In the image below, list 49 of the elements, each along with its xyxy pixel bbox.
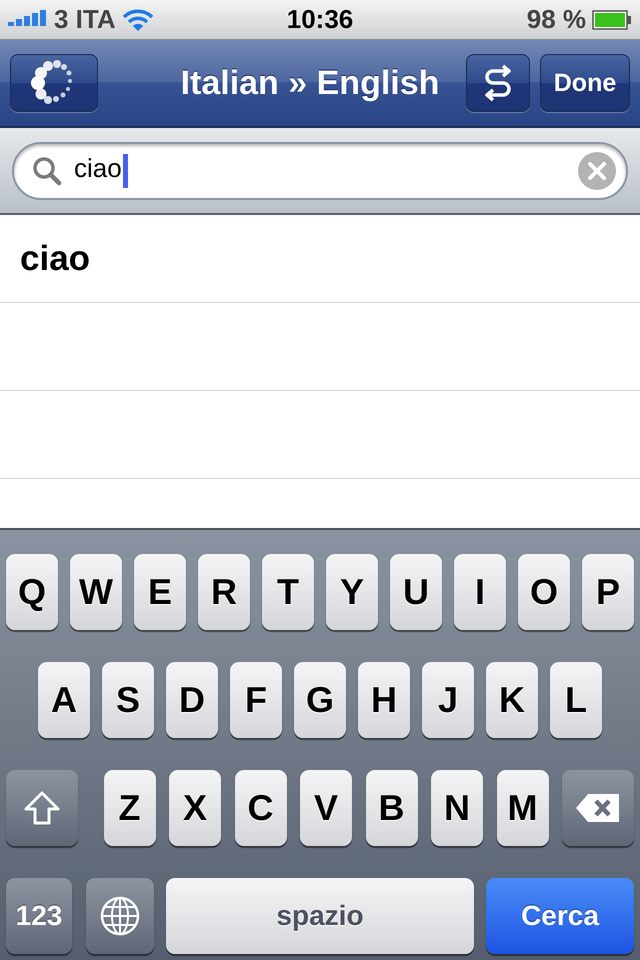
letter-key[interactable]: A	[38, 662, 90, 738]
shift-key[interactable]	[6, 770, 78, 846]
letter-key[interactable]: V	[300, 770, 352, 846]
loading-button[interactable]	[10, 54, 98, 112]
letter-key[interactable]: I	[454, 554, 506, 630]
letter-key[interactable]: S	[102, 662, 154, 738]
swap-button[interactable]	[466, 54, 530, 112]
search-field[interactable]: ciao	[12, 142, 628, 200]
letter-key[interactable]: Q	[6, 554, 58, 630]
search-key[interactable]: Cerca	[486, 878, 634, 954]
space-bar[interactable]: spazio	[166, 878, 474, 954]
letter-key[interactable]: O	[518, 554, 570, 630]
result-item[interactable]: ciao	[20, 238, 90, 278]
letter-key[interactable]: B	[366, 770, 418, 846]
letter-key[interactable]: Z	[104, 770, 156, 846]
swap-icon	[483, 62, 513, 104]
letter-key[interactable]: R	[198, 554, 250, 630]
search-value: ciao	[74, 153, 128, 188]
letter-key[interactable]: H	[358, 662, 410, 738]
battery-percentage: 98 %	[526, 4, 586, 35]
letter-key[interactable]: G	[294, 662, 346, 738]
language-key[interactable]	[86, 878, 154, 954]
clock-time: 10:36	[286, 4, 354, 35]
letter-key[interactable]: X	[169, 770, 221, 846]
battery-icon	[592, 10, 632, 30]
letter-key[interactable]: D	[166, 662, 218, 738]
shift-icon	[23, 790, 61, 826]
numbers-key[interactable]: 123	[6, 878, 72, 954]
letter-key[interactable]: W	[70, 554, 122, 630]
letter-key[interactable]: C	[234, 770, 286, 846]
nav-title: Italian » English	[180, 64, 440, 102]
letter-key[interactable]: U	[390, 554, 442, 630]
done-button[interactable]: Done	[540, 54, 630, 112]
letter-key[interactable]: L	[550, 662, 602, 738]
delete-key[interactable]	[562, 770, 634, 846]
letter-key[interactable]: K	[486, 662, 538, 738]
search-icon	[32, 156, 62, 186]
letter-key[interactable]: P	[582, 554, 634, 630]
backspace-icon	[574, 792, 622, 824]
letter-key[interactable]: J	[422, 662, 474, 738]
letter-key[interactable]: E	[134, 554, 186, 630]
letter-key[interactable]: N	[431, 770, 483, 846]
wifi-icon	[122, 8, 154, 32]
letter-key[interactable]: T	[262, 554, 314, 630]
carrier-name: 3 ITA	[54, 4, 116, 35]
letter-key[interactable]: M	[496, 770, 548, 846]
globe-icon	[99, 895, 141, 937]
letter-key[interactable]: Y	[326, 554, 378, 630]
letter-key[interactable]: F	[230, 662, 282, 738]
